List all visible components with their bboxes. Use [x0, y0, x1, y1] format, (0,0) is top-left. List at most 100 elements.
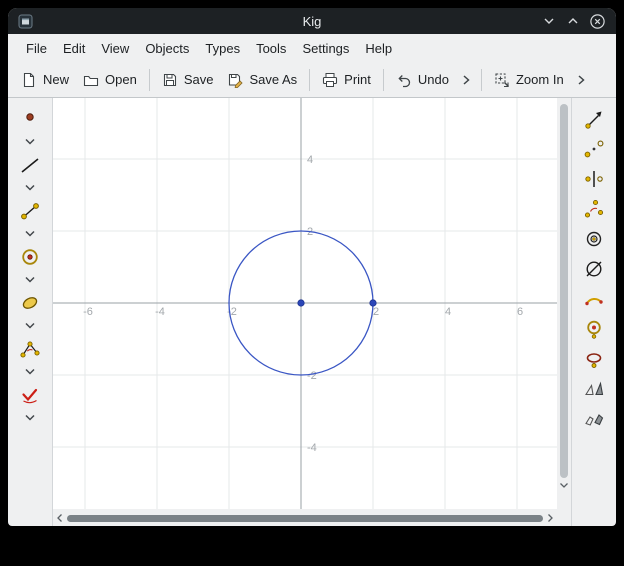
- circle-tool-dropdown-chevron[interactable]: [18, 275, 42, 285]
- angle-tool-button[interactable]: [18, 338, 42, 360]
- scroll-right-button[interactable]: [547, 513, 554, 523]
- conic-tool-dropdown-chevron[interactable]: [18, 321, 42, 331]
- kig-app-window: Kig: [8, 8, 616, 526]
- app-menu-button[interactable]: [18, 14, 33, 29]
- spiral-tool-button[interactable]: [582, 228, 606, 250]
- save-icon: [162, 72, 178, 88]
- point-object-center[interactable]: [298, 300, 304, 306]
- x-tick-label: -4: [155, 306, 165, 318]
- new-document-icon: [21, 72, 37, 88]
- angle-tool-dropdown-chevron[interactable]: [18, 367, 42, 377]
- segment-tool-button[interactable]: [18, 200, 42, 222]
- horizontal-scrollbar[interactable]: [53, 510, 557, 526]
- circle-icon: [19, 246, 41, 268]
- vertical-scrollbar[interactable]: [557, 98, 571, 510]
- menu-item-settings[interactable]: Settings: [294, 37, 357, 60]
- point-reflection-icon: [583, 138, 605, 160]
- toolbar-overflow-button[interactable]: [571, 71, 591, 89]
- open-label: Open: [105, 72, 137, 87]
- axis-reflection-icon: [583, 168, 605, 190]
- conic-tool-button[interactable]: [18, 292, 42, 314]
- toolbar-separator: [481, 69, 482, 91]
- content-area: -6 -4 -2 2 4 6 4 2 -2 -4: [8, 98, 616, 526]
- vertical-scrollbar-thumb[interactable]: [560, 104, 568, 478]
- point-reflection-tool-button[interactable]: [582, 138, 606, 160]
- maximize-button[interactable]: [565, 13, 581, 29]
- similitude-tool-button[interactable]: [582, 318, 606, 340]
- print-label: Print: [344, 72, 371, 87]
- spiral-icon: [583, 228, 605, 250]
- inversion-icon: [583, 258, 605, 280]
- save-button[interactable]: Save: [155, 68, 221, 92]
- x-tick-label: 2: [373, 306, 379, 318]
- zoom-in-label: Zoom In: [516, 72, 564, 87]
- line-tool-dropdown-chevron[interactable]: [18, 183, 42, 193]
- point-icon: [19, 108, 41, 130]
- menu-item-edit[interactable]: Edit: [55, 37, 93, 60]
- arc-tool-button[interactable]: [582, 288, 606, 310]
- open-button[interactable]: Open: [76, 68, 144, 92]
- arc-icon: [583, 288, 605, 310]
- undo-button[interactable]: Undo: [389, 68, 456, 92]
- save-as-icon: [227, 72, 243, 88]
- chevron-down-icon: [24, 322, 36, 330]
- toolbar-separator: [149, 69, 150, 91]
- scroll-down-button[interactable]: [559, 478, 569, 491]
- x-tick-label: 4: [445, 306, 451, 318]
- scroll-left-button[interactable]: [56, 513, 63, 523]
- point-object-on-circle[interactable]: [370, 300, 376, 306]
- chevron-left-icon: [56, 513, 63, 523]
- close-button[interactable]: [589, 13, 606, 30]
- toolbar-separator: [383, 69, 384, 91]
- menu-item-types[interactable]: Types: [197, 37, 248, 60]
- test-tool-button[interactable]: [18, 384, 42, 406]
- menu-item-tools[interactable]: Tools: [248, 37, 294, 60]
- rotation-icon: [583, 198, 605, 220]
- chevron-down-icon: [24, 138, 36, 146]
- menu-item-view[interactable]: View: [93, 37, 137, 60]
- titlebar[interactable]: Kig: [8, 8, 616, 34]
- conic-arc-icon: [583, 348, 605, 370]
- y-tick-label: -2: [307, 370, 317, 382]
- circle-tool-button[interactable]: [18, 246, 42, 268]
- chevron-down-icon: [541, 13, 557, 29]
- menubar: File Edit View Objects Types Tools Setti…: [8, 34, 616, 62]
- chevron-down-icon: [24, 276, 36, 284]
- menu-item-help[interactable]: Help: [357, 37, 400, 60]
- menu-item-objects[interactable]: Objects: [137, 37, 197, 60]
- y-tick-label: 4: [307, 154, 313, 166]
- print-button[interactable]: Print: [315, 68, 378, 92]
- inversion-tool-button[interactable]: [582, 258, 606, 280]
- angle-icon: [19, 338, 41, 360]
- point-tool-button[interactable]: [18, 108, 42, 130]
- projective-rotation-icon: [583, 408, 605, 430]
- zoom-in-button[interactable]: Zoom In: [487, 68, 571, 92]
- translation-icon: [583, 108, 605, 130]
- scale-triangles-icon: [583, 378, 605, 400]
- close-icon: [589, 13, 606, 30]
- segment-tool-dropdown-chevron[interactable]: [18, 229, 42, 239]
- rotation-tool-button[interactable]: [582, 198, 606, 220]
- axis-reflection-tool-button[interactable]: [582, 168, 606, 190]
- conic-arc-tool-button[interactable]: [582, 348, 606, 370]
- menu-item-file[interactable]: File: [18, 37, 55, 60]
- save-as-button[interactable]: Save As: [220, 68, 304, 92]
- translation-tool-button[interactable]: [582, 108, 606, 130]
- projective-rotation-tool-button[interactable]: [582, 408, 606, 430]
- chevron-right-icon: [547, 513, 554, 523]
- chevron-right-icon: [574, 73, 588, 87]
- test-tool-dropdown-chevron[interactable]: [18, 413, 42, 423]
- scale-triangles-tool-button[interactable]: [582, 378, 606, 400]
- minimize-button[interactable]: [541, 13, 557, 29]
- point-tool-dropdown-chevron[interactable]: [18, 137, 42, 147]
- horizontal-scrollbar-thumb[interactable]: [67, 515, 543, 522]
- test-icon: [19, 384, 41, 406]
- segment-icon: [19, 200, 41, 222]
- toolbar-overflow-button[interactable]: [456, 71, 476, 89]
- save-label: Save: [184, 72, 214, 87]
- left-tool-column: [8, 98, 52, 526]
- line-tool-button[interactable]: [18, 154, 42, 176]
- geometry-canvas[interactable]: -6 -4 -2 2 4 6 4 2 -2 -4: [53, 98, 557, 509]
- new-button[interactable]: New: [14, 68, 76, 92]
- x-tick-label: 6: [517, 306, 523, 318]
